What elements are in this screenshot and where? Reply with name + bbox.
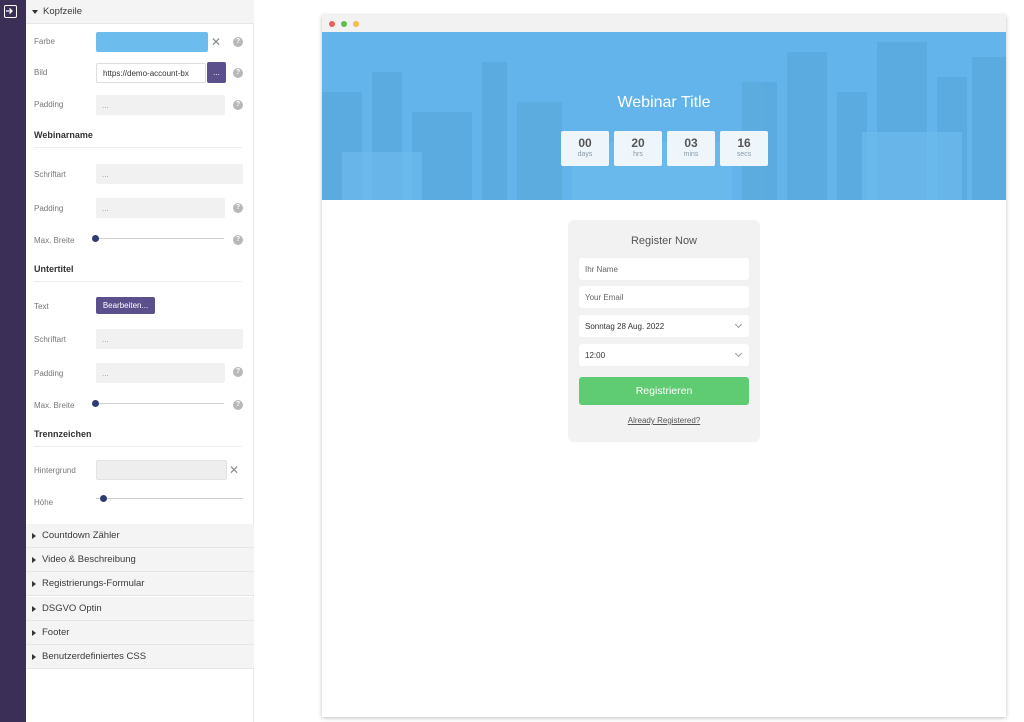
clear-color-icon[interactable]: ✕ <box>229 464 239 476</box>
max-width-slider[interactable] <box>96 403 224 404</box>
section-dsgvo[interactable]: DSGVO Optin <box>26 597 254 621</box>
caret-down-icon <box>32 9 38 14</box>
subhead-webinarname: Webinarname <box>34 130 93 140</box>
exit-editor-icon[interactable] <box>4 5 17 18</box>
date-select[interactable]: Sonntag 28 Aug. 2022 <box>579 315 749 337</box>
help-icon[interactable]: ? <box>233 68 243 78</box>
caret-right-icon <box>32 653 36 660</box>
section-title: DSGVO Optin <box>42 603 102 614</box>
close-dot-icon <box>329 21 335 27</box>
height-slider[interactable] <box>96 498 243 499</box>
hintergrund-label: Hintergrund <box>34 466 76 475</box>
font-select[interactable]: ... <box>96 164 243 184</box>
help-icon[interactable]: ? <box>233 100 243 110</box>
window-titlebar <box>322 15 1006 32</box>
text-label: Text <box>34 302 49 311</box>
time-select[interactable]: 12:00 <box>579 344 749 366</box>
email-input[interactable]: Your Email <box>579 286 749 308</box>
hoehe-label: Höhe <box>34 498 54 507</box>
countdown-unit: days <box>577 151 593 158</box>
section-video[interactable]: Video & Beschreibung <box>26 548 254 572</box>
caret-right-icon <box>32 605 36 612</box>
section-title: Kopfzeile <box>43 6 83 17</box>
header-color-swatch[interactable] <box>96 32 208 52</box>
name-input[interactable]: Ihr Name <box>579 258 749 280</box>
schriftart-label: Schriftart <box>34 335 67 344</box>
form-title: Register Now <box>630 235 698 247</box>
image-url-input[interactable]: https://demo-account-bx <box>96 63 206 83</box>
chevron-down-icon <box>734 349 743 358</box>
countdown-hours: 20 hrs <box>614 131 662 166</box>
section-countdown[interactable]: Countdown Zähler <box>26 524 254 548</box>
clear-color-icon[interactable]: ✕ <box>211 36 221 48</box>
section-footer[interactable]: Footer <box>26 621 254 645</box>
bild-label: Bild <box>34 68 48 77</box>
caret-right-icon <box>32 556 36 563</box>
left-rail <box>0 0 26 722</box>
help-icon[interactable]: ? <box>233 37 243 47</box>
divider-background-swatch[interactable] <box>96 460 227 480</box>
maximize-dot-icon <box>341 21 347 27</box>
caret-right-icon <box>32 629 36 636</box>
countdown-days: 00 days <box>561 131 609 166</box>
help-icon[interactable]: ? <box>233 367 243 377</box>
city-background-image <box>322 42 1006 200</box>
slider-handle[interactable] <box>92 400 99 407</box>
hero-header: Webinar Title 00 days 20 hrs 03 mins 16 … <box>322 32 1006 200</box>
section-kopfzeile[interactable]: Kopfzeile <box>26 0 254 24</box>
section-title: Registrierungs-Formular <box>42 578 145 589</box>
date-value: Sonntag 28 Aug. 2022 <box>585 321 665 331</box>
subhead-untertitel: Untertitel <box>34 264 74 274</box>
chevron-down-icon <box>734 320 743 329</box>
countdown-value: 00 <box>578 136 592 150</box>
padding-input[interactable]: ... <box>96 363 225 383</box>
browse-image-button[interactable]: ... <box>207 62 226 83</box>
max-breite-label: Max. Breite <box>34 401 75 410</box>
caret-right-icon <box>32 532 36 539</box>
time-value: 12:00 <box>585 350 606 360</box>
settings-panel: Kopfzeile Farbe ✕ ? Bild https://demo-ac… <box>26 0 254 722</box>
webinar-title: Webinar Title <box>617 94 711 111</box>
padding-input[interactable]: ... <box>96 95 225 115</box>
padding-label: Padding <box>34 369 64 378</box>
edit-subtitle-button[interactable]: Bearbeiten... <box>96 297 155 314</box>
countdown-unit: hrs <box>633 151 643 158</box>
farbe-label: Farbe <box>34 37 55 46</box>
padding-label: Padding <box>34 100 64 109</box>
section-registration-form[interactable]: Registrierungs-Formular <box>26 572 254 596</box>
font-select[interactable]: ... <box>96 329 243 349</box>
countdown-minutes: 03 mins <box>667 131 715 166</box>
countdown-unit: mins <box>683 151 699 158</box>
section-custom-css[interactable]: Benutzerdefiniertes CSS <box>26 645 254 669</box>
help-icon[interactable]: ? <box>233 235 243 245</box>
section-title: Countdown Zähler <box>42 530 120 541</box>
help-icon[interactable]: ? <box>233 203 243 213</box>
caret-right-icon <box>32 580 36 587</box>
countdown-value: 20 <box>631 136 645 150</box>
divider <box>34 281 242 282</box>
already-registered-link[interactable]: Already Registered? <box>568 416 760 425</box>
padding-input[interactable]: ... <box>96 198 225 218</box>
slider-handle[interactable] <box>100 495 107 502</box>
slider-handle[interactable] <box>92 235 99 242</box>
max-breite-label: Max. Breite <box>34 236 75 245</box>
countdown-seconds: 16 secs <box>720 131 768 166</box>
countdown-value: 03 <box>684 136 698 150</box>
section-title: Benutzerdefiniertes CSS <box>42 651 147 662</box>
minimize-dot-icon <box>353 21 359 27</box>
preview-window: Webinar Title 00 days 20 hrs 03 mins 16 … <box>322 15 1006 717</box>
schriftart-label: Schriftart <box>34 170 67 179</box>
section-title: Video & Beschreibung <box>42 554 136 565</box>
section-title: Footer <box>42 627 70 638</box>
help-icon[interactable]: ? <box>233 400 243 410</box>
divider <box>34 446 242 447</box>
register-button[interactable]: Registrieren <box>579 377 749 405</box>
countdown-value: 16 <box>737 136 751 150</box>
countdown-unit: secs <box>736 151 752 158</box>
registration-form: Register Now Ihr Name Your Email Sonntag… <box>568 220 760 442</box>
subhead-trennzeichen: Trennzeichen <box>34 429 92 439</box>
max-width-slider[interactable] <box>96 238 224 239</box>
divider <box>34 147 242 148</box>
padding-label: Padding <box>34 204 64 213</box>
